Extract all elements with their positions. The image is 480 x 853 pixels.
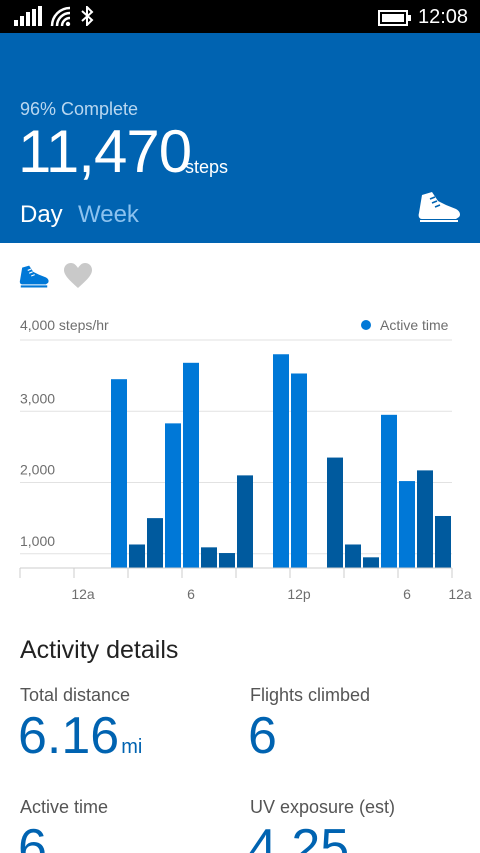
x-axis: 12a 6 12p 6 12a: [19, 567, 472, 602]
tab-week[interactable]: Week: [78, 201, 139, 229]
chart-bar: [417, 470, 433, 568]
x-tick-label: 12a: [71, 586, 95, 602]
chart-bar: [363, 557, 379, 568]
shoe-icon[interactable]: [416, 189, 462, 225]
uv-exposure-value: 4.25: [248, 819, 350, 853]
x-tick-label: 12p: [287, 586, 311, 602]
chart-bar: [435, 515, 451, 568]
chart-bar: [291, 373, 307, 568]
x-tick-label: 6: [403, 586, 411, 602]
active-time-label: Active time: [20, 797, 109, 817]
chart-bar: [111, 379, 127, 568]
heart-icon[interactable]: [63, 262, 93, 290]
legend-label: Active time: [380, 317, 449, 333]
chart-bar: [345, 544, 361, 568]
battery-icon: [378, 10, 411, 26]
chart-bar: [237, 475, 253, 568]
y-axis-label: 4,000 steps/hr: [20, 317, 109, 333]
steps-summary-header: 96% Complete 11,470 steps Day Week: [0, 33, 480, 243]
chart-bar: [327, 457, 343, 568]
active-time-value: 6: [18, 819, 47, 853]
total-distance-number: 6.16: [18, 707, 120, 765]
chart-bar: [399, 481, 415, 568]
signal-strength-icon: [14, 6, 42, 26]
chart-bar: [165, 423, 181, 568]
chart-bar: [183, 362, 199, 568]
y-tick-label: 2,000: [20, 462, 55, 478]
activity-details-title: Activity details: [20, 636, 179, 664]
total-distance-value: 6.16 mi: [18, 706, 142, 766]
shoe-icon[interactable]: [18, 262, 50, 290]
y-tick-labels: 3,000 2,000 1,000: [20, 390, 55, 549]
steps-count: 11,470: [18, 118, 192, 185]
uv-exposure-label: UV exposure (est): [250, 797, 396, 817]
bluetooth-icon: [81, 6, 94, 26]
y-tick-label: 3,000: [20, 390, 55, 406]
flights-climbed-value: 6: [248, 707, 277, 765]
total-distance-unit: mi: [121, 736, 143, 758]
x-tick-label: 6: [187, 586, 195, 602]
wifi-icon: [50, 6, 71, 26]
total-distance-label: Total distance: [20, 685, 131, 705]
x-tick-label: 12a: [448, 586, 472, 602]
steps-chart: 4,000 steps/hr Active time 3,000 2,000 1,0…: [19, 317, 472, 602]
chart-bar: [219, 553, 235, 568]
steps-unit: steps: [185, 157, 229, 177]
flights-climbed-label: Flights climbed: [250, 685, 371, 705]
chart-bar: [273, 354, 289, 568]
chart-bar: [201, 547, 217, 568]
chart-bar: [381, 414, 397, 568]
status-bar: 12:08: [0, 0, 480, 33]
chart-bar: [129, 544, 145, 568]
tab-day[interactable]: Day: [20, 201, 63, 229]
chart-bars: [111, 354, 451, 568]
legend-marker: [361, 320, 371, 330]
clock: 12:08: [418, 6, 469, 28]
chart-bar: [147, 518, 163, 568]
y-tick-label: 1,000: [20, 533, 55, 549]
